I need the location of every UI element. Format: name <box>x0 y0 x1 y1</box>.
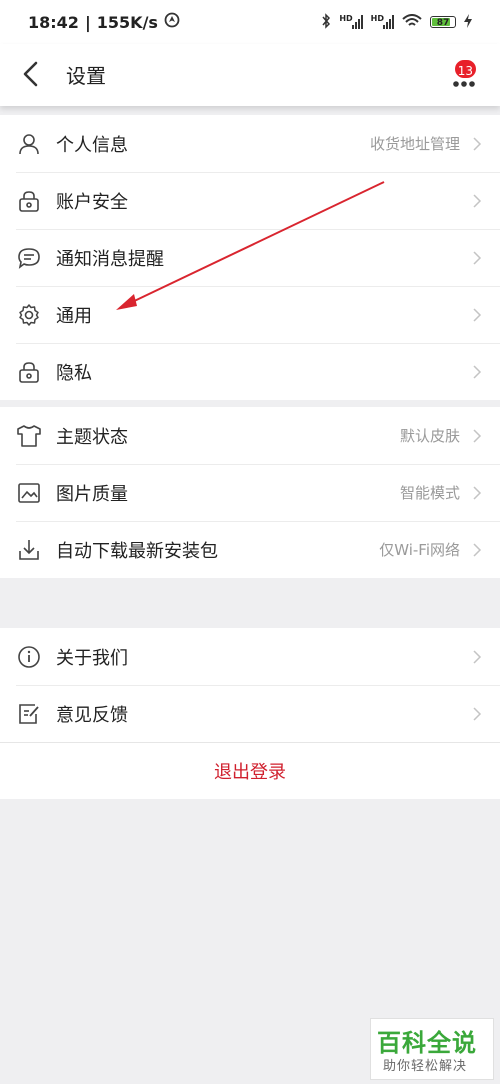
info-icon <box>16 644 42 670</box>
row-about-us[interactable]: 关于我们 <box>0 628 500 685</box>
row-label: 通用 <box>56 305 92 327</box>
chevron-right-icon <box>473 307 482 322</box>
app-header: 设置 13 <box>0 44 500 106</box>
wifi-icon <box>402 13 422 31</box>
row-label: 关于我们 <box>56 647 128 669</box>
tshirt-icon <box>16 423 42 449</box>
chat-bubble-icon <box>16 245 42 271</box>
settings-group-account: 个人信息 收货地址管理 账户安全 通知消息提醒 通用 隐私 <box>0 115 500 400</box>
row-auto-download[interactable]: 自动下载最新安装包 仅Wi-Fi网络 <box>0 521 500 578</box>
chevron-right-icon <box>473 649 482 664</box>
watermark-subtitle: 助你轻松解决 <box>383 1059 468 1074</box>
status-bar: 18:42 | 155K/s HD HD 87 <box>0 0 500 44</box>
settings-group-display: 主题状态 默认皮肤 图片质量 智能模式 自动下载最新安装包 仅Wi-Fi网络 <box>0 407 500 578</box>
network-speed: 155K/s <box>96 12 158 32</box>
row-label: 隐私 <box>56 362 92 384</box>
chevron-right-icon <box>473 706 482 721</box>
row-image-quality[interactable]: 图片质量 智能模式 <box>0 464 500 521</box>
row-value: 默认皮肤 <box>399 427 460 445</box>
battery-level: 87 <box>436 18 450 28</box>
status-right: HD HD 87 <box>321 12 472 32</box>
status-time: 18:42 <box>28 12 79 32</box>
settings-group-about: 关于我们 意见反馈 <box>0 628 500 742</box>
hd-label-2: HD <box>370 14 384 23</box>
row-value: 收货地址管理 <box>369 135 460 153</box>
notification-badge: 13 <box>452 58 478 80</box>
row-personal-info[interactable]: 个人信息 收货地址管理 <box>0 115 500 172</box>
lock-icon <box>16 359 42 385</box>
row-label: 意见反馈 <box>56 704 128 726</box>
watermark-title: 百科全说 <box>377 1029 477 1057</box>
signal-icon-2: HD <box>370 14 394 29</box>
charging-icon <box>464 13 472 31</box>
row-general[interactable]: 通用 <box>0 286 500 343</box>
status-left: 18:42 | 155K/s <box>28 12 180 32</box>
row-notifications[interactable]: 通知消息提醒 <box>0 229 500 286</box>
watermark-logo: 百科全说 助你轻松解决 <box>370 1018 494 1080</box>
gear-icon <box>16 302 42 328</box>
chevron-right-icon <box>473 193 482 208</box>
row-theme[interactable]: 主题状态 默认皮肤 <box>0 407 500 464</box>
row-value: 智能模式 <box>399 484 460 502</box>
row-feedback[interactable]: 意见反馈 <box>0 685 500 742</box>
chevron-left-icon <box>23 61 38 87</box>
person-icon <box>16 131 42 157</box>
image-icon <box>16 480 42 506</box>
bluetooth-icon <box>321 12 331 32</box>
more-button[interactable]: 13 <box>444 58 486 92</box>
download-icon <box>16 537 42 563</box>
status-divider: | <box>84 12 91 32</box>
edit-icon <box>16 701 42 727</box>
row-label: 图片质量 <box>56 483 128 505</box>
row-label: 账户安全 <box>56 191 128 213</box>
battery-icon: 87 <box>430 16 456 28</box>
row-label: 通知消息提醒 <box>56 248 164 270</box>
nav-icon <box>164 12 180 32</box>
lock-icon <box>16 188 42 214</box>
row-label: 自动下载最新安装包 <box>56 540 218 562</box>
chevron-right-icon <box>473 542 482 557</box>
hd-label-1: HD <box>339 14 353 23</box>
logout-button[interactable]: 退出登录 <box>0 742 500 799</box>
chevron-right-icon <box>473 136 482 151</box>
row-label: 个人信息 <box>56 134 128 156</box>
row-account-security[interactable]: 账户安全 <box>0 172 500 229</box>
chevron-right-icon <box>473 485 482 500</box>
row-value: 仅Wi-Fi网络 <box>379 541 460 559</box>
chevron-right-icon <box>473 428 482 443</box>
back-button[interactable] <box>16 58 48 90</box>
row-label: 主题状态 <box>56 426 128 448</box>
signal-icon-1: HD <box>339 14 363 29</box>
row-privacy[interactable]: 隐私 <box>0 343 500 400</box>
page-title: 设置 <box>66 64 106 88</box>
chevron-right-icon <box>473 364 482 379</box>
chevron-right-icon <box>473 250 482 265</box>
